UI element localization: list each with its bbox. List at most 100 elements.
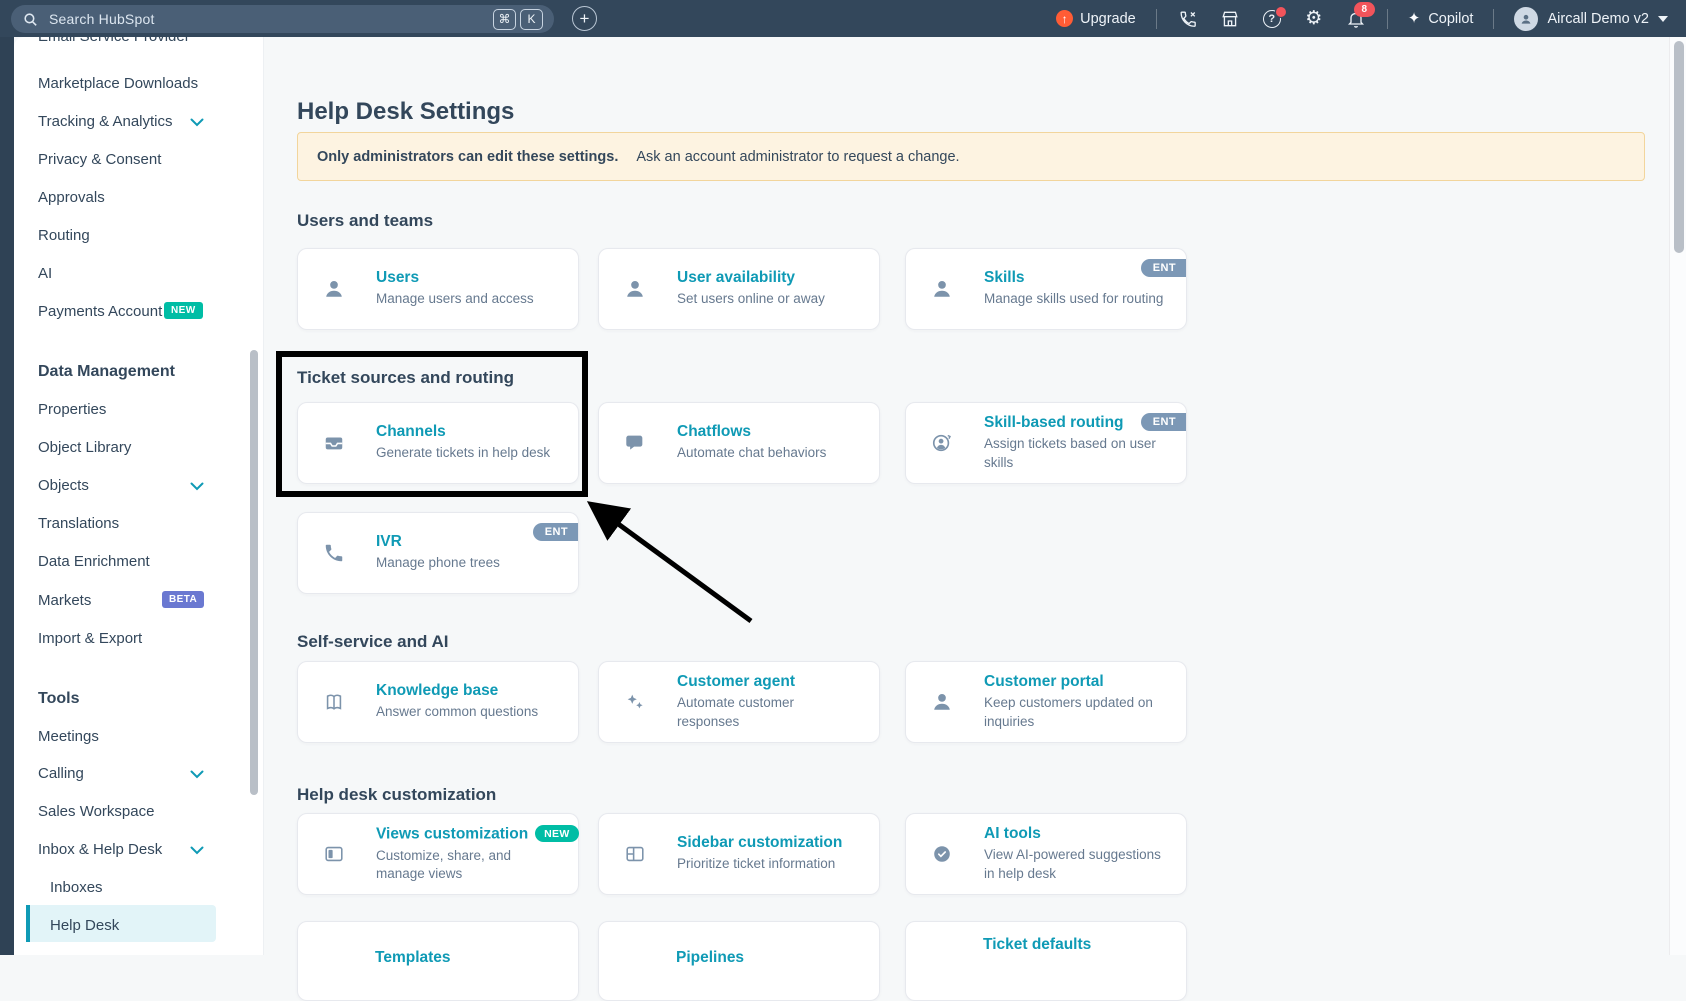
card-users[interactable]: Users Manage users and access — [297, 248, 579, 330]
chevron-down-icon — [190, 846, 204, 855]
card-customer-agent[interactable]: Customer agent Automate customer respons… — [598, 661, 880, 743]
notice-strong-text: Only administrators can edit these setti… — [317, 149, 618, 165]
sidebar-header-data-management: Data Management — [38, 362, 175, 382]
sidebar-item-inboxes[interactable]: Inboxes — [50, 877, 103, 897]
card-views-customization[interactable]: Views customizationNEW Customize, share,… — [297, 813, 579, 895]
upgrade-button[interactable]: ↑ Upgrade — [1056, 10, 1136, 27]
sidebar-item-approvals[interactable]: Approvals — [38, 187, 105, 207]
sidebar-item-markets[interactable]: Markets BETA — [38, 590, 91, 610]
card-title-link[interactable]: User availability — [677, 269, 825, 287]
card-ivr[interactable]: ENT IVR Manage phone trees — [297, 512, 579, 594]
card-description: Set users online or away — [677, 290, 825, 308]
card-chatflows[interactable]: Chatflows Automate chat behaviors — [598, 402, 880, 484]
chevron-down-icon — [190, 482, 204, 491]
page-scrollbar-thumb[interactable] — [1674, 41, 1684, 253]
card-ticket-defaults[interactable]: Ticket defaults — [905, 921, 1187, 1001]
chevron-down-icon — [190, 770, 204, 779]
search-input[interactable]: Search HubSpot ⌘ K — [11, 5, 554, 33]
admin-notice-banner: Only administrators can edit these setti… — [297, 132, 1645, 181]
top-navigation-bar: Search HubSpot ⌘ K + ↑ Upgrade ? ⚙ 8 — [0, 0, 1686, 37]
card-customer-portal[interactable]: Customer portal Keep customers updated o… — [905, 661, 1187, 743]
card-title-link[interactable]: Ticket defaults — [983, 936, 1091, 954]
inbox-icon — [322, 431, 346, 455]
card-title-link[interactable]: Skills — [984, 269, 1163, 287]
card-title-link[interactable]: Knowledge base — [376, 682, 538, 700]
card-description: Generate tickets in help desk — [376, 444, 550, 462]
search-placeholder: Search HubSpot — [49, 11, 155, 27]
sidebar-item-object-library[interactable]: Object Library — [38, 437, 131, 457]
card-knowledge-base[interactable]: Knowledge base Answer common questions — [297, 661, 579, 743]
calling-icon[interactable] — [1177, 8, 1199, 30]
card-title-link[interactable]: Views customizationNEW — [376, 825, 579, 844]
divider — [1387, 9, 1388, 29]
sidebar-scrollbar-thumb[interactable] — [250, 350, 258, 795]
card-title-link[interactable]: Channels — [376, 423, 550, 441]
sidebar-item-tracking-analytics[interactable]: Tracking & Analytics — [38, 111, 173, 131]
sidebar-item-properties[interactable]: Properties — [38, 399, 106, 419]
card-skill-based-routing[interactable]: ENT Skill-based routing Assign tickets b… — [905, 402, 1187, 484]
topbar-right-cluster: ↑ Upgrade ? ⚙ 8 ✦ Copilot — [1056, 0, 1686, 37]
card-templates[interactable]: Templates — [297, 921, 579, 1001]
card-title-link[interactable]: Skill-based routing — [984, 414, 1159, 432]
views-panel-icon — [322, 842, 346, 866]
sidebar-item-help-desk-selected[interactable]: Help Desk — [50, 915, 119, 935]
sidebar-item-sales-workspace[interactable]: Sales Workspace — [38, 801, 154, 821]
create-button[interactable]: + — [572, 6, 597, 31]
layout-columns-icon — [623, 842, 647, 866]
notice-body-text: Ask an account administrator to request … — [636, 149, 959, 165]
account-menu[interactable]: Aircall Demo v2 — [1514, 7, 1668, 31]
new-badge: NEW — [535, 825, 578, 842]
user-icon — [930, 690, 954, 714]
card-description: Automate customer responses — [677, 694, 817, 730]
help-notification-dot — [1275, 6, 1287, 18]
sidebar-item-objects[interactable]: Objects — [38, 475, 89, 495]
badge-check-icon — [930, 842, 954, 866]
settings-gear-icon[interactable]: ⚙ — [1303, 8, 1325, 30]
sidebar-item-import-export[interactable]: Import & Export — [38, 628, 142, 648]
sparkles-icon — [623, 690, 647, 714]
sidebar-item-ai[interactable]: AI — [38, 263, 52, 283]
card-title-link[interactable]: Pipelines — [676, 949, 744, 967]
sidebar-item-email-service-provider[interactable]: Email Service Provider — [38, 37, 190, 46]
new-badge: NEW — [164, 302, 203, 319]
chevron-down-icon — [1658, 16, 1668, 22]
agent-routing-icon — [930, 431, 954, 455]
section-header-self-service-ai: Self-service and AI — [297, 632, 449, 652]
card-ai-tools[interactable]: AI tools View AI-powered suggestions in … — [905, 813, 1187, 895]
sidebar-item-meetings[interactable]: Meetings — [38, 726, 99, 746]
annotation-arrow — [555, 488, 795, 638]
card-description: Manage skills used for routing — [984, 290, 1163, 308]
card-pipelines[interactable]: Pipelines — [598, 921, 880, 1001]
user-icon — [623, 277, 647, 301]
card-title-link[interactable]: IVR — [376, 533, 500, 551]
sidebar-item-payments-account[interactable]: Payments Account NEW — [38, 301, 162, 321]
card-description: Customize, share, and manage views — [376, 847, 516, 883]
marketplace-icon[interactable] — [1219, 8, 1241, 30]
card-title-link[interactable]: Users — [376, 269, 534, 287]
sidebar-item-calling[interactable]: Calling — [38, 763, 84, 783]
card-skills[interactable]: ENT Skills Manage skills used for routin… — [905, 248, 1187, 330]
copilot-button[interactable]: ✦ Copilot — [1408, 11, 1474, 27]
card-description: Prioritize ticket information — [677, 855, 842, 873]
sidebar-item-inbox-help-desk[interactable]: Inbox & Help Desk — [38, 839, 162, 859]
card-title-link[interactable]: Sidebar customization — [677, 834, 842, 852]
card-title-link[interactable]: Customer agent — [677, 673, 817, 691]
card-title-link[interactable]: Customer portal — [984, 673, 1159, 691]
sidebar-item-routing[interactable]: Routing — [38, 225, 90, 245]
help-icon[interactable]: ? — [1261, 8, 1283, 30]
notifications-bell-icon[interactable]: 8 — [1345, 8, 1367, 30]
sidebar-item-translations[interactable]: Translations — [38, 513, 119, 533]
sidebar-item-marketplace-downloads[interactable]: Marketplace Downloads — [38, 73, 198, 93]
card-title-link[interactable]: Templates — [375, 949, 451, 967]
card-sidebar-customization[interactable]: Sidebar customization Prioritize ticket … — [598, 813, 880, 895]
divider — [1156, 9, 1157, 29]
page-title: Help Desk Settings — [297, 98, 514, 126]
card-channels[interactable]: Channels Generate tickets in help desk — [297, 402, 579, 484]
card-title-link[interactable]: AI tools — [984, 825, 1169, 843]
card-user-availability[interactable]: User availability Set users online or aw… — [598, 248, 880, 330]
search-icon — [22, 11, 39, 28]
sidebar-item-data-enrichment[interactable]: Data Enrichment — [38, 551, 150, 571]
copilot-label: Copilot — [1428, 11, 1473, 27]
card-title-link[interactable]: Chatflows — [677, 423, 826, 441]
sidebar-item-privacy-consent[interactable]: Privacy & Consent — [38, 149, 161, 169]
